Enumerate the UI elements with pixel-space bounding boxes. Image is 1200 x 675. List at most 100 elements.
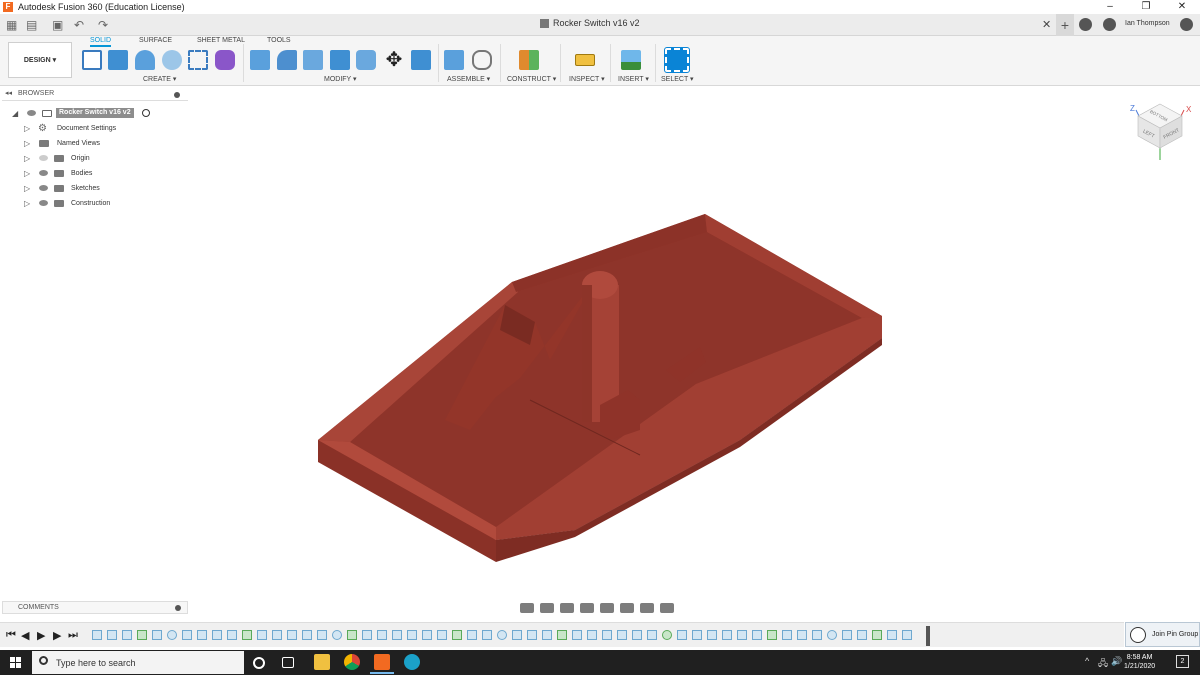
timeline-feature[interactable]: [107, 630, 117, 640]
volume-icon[interactable]: 🔊: [1111, 656, 1122, 667]
timeline-feature[interactable]: [212, 630, 222, 640]
timeline-feature[interactable]: [617, 630, 627, 640]
revolve-icon[interactable]: [135, 50, 155, 70]
select-menu[interactable]: SELECT ▾: [661, 75, 694, 83]
tray-overflow-icon[interactable]: ^: [1085, 656, 1089, 666]
timeline-feature[interactable]: [347, 630, 357, 640]
taskbar-clock[interactable]: 8:58 AM 1/21/2020: [1124, 653, 1155, 671]
timeline-feature[interactable]: [302, 630, 312, 640]
action-center-icon[interactable]: 2: [1176, 655, 1189, 668]
visibility-eye-icon[interactable]: [27, 110, 36, 116]
pan-hand-icon[interactable]: [560, 603, 574, 613]
expand-triangle-icon[interactable]: ◢: [12, 109, 18, 118]
new-tab-button[interactable]: +: [1056, 14, 1074, 36]
cura-icon[interactable]: [404, 654, 420, 670]
timeline-feature[interactable]: [482, 630, 492, 640]
timeline-feature[interactable]: [332, 630, 342, 640]
timeline-play-button[interactable]: ▶: [37, 629, 45, 642]
timeline-feature[interactable]: [182, 630, 192, 640]
timeline-feature[interactable]: [257, 630, 267, 640]
timeline-feature[interactable]: [857, 630, 867, 640]
press-pull-icon[interactable]: [250, 50, 270, 70]
modify-menu[interactable]: MODIFY ▾: [324, 75, 357, 83]
expand-triangle-icon[interactable]: ▷: [24, 184, 30, 193]
timeline-feature[interactable]: [392, 630, 402, 640]
chamfer-icon[interactable]: [303, 50, 323, 70]
document-tab[interactable]: Rocker Switch v16 v2: [540, 18, 640, 28]
visibility-eye-icon[interactable]: [39, 155, 48, 161]
timeline-feature[interactable]: [827, 630, 837, 640]
timeline-feature[interactable]: [137, 630, 147, 640]
insert-image-icon[interactable]: [621, 50, 641, 70]
timeline-feature[interactable]: [407, 630, 417, 640]
maximize-button[interactable]: ❐: [1128, 0, 1164, 14]
help-icon[interactable]: [1180, 18, 1193, 31]
cortana-icon[interactable]: [253, 657, 265, 669]
view-cube[interactable]: Z X BOTTOM LEFT FRONT: [1122, 100, 1192, 162]
timeline-feature[interactable]: [467, 630, 477, 640]
timeline-feature[interactable]: [197, 630, 207, 640]
minimize-button[interactable]: –: [1092, 0, 1128, 14]
timeline-feature[interactable]: [692, 630, 702, 640]
form-icon[interactable]: [215, 50, 235, 70]
timeline-feature[interactable]: [317, 630, 327, 640]
timeline-feature[interactable]: [362, 630, 372, 640]
save-icon[interactable]: ▣: [52, 18, 63, 32]
timeline-feature[interactable]: [887, 630, 897, 640]
timeline-feature[interactable]: [287, 630, 297, 640]
timeline-feature[interactable]: [782, 630, 792, 640]
timeline-feature[interactable]: [722, 630, 732, 640]
file-explorer-icon[interactable]: [314, 654, 330, 670]
timeline-feature[interactable]: [842, 630, 852, 640]
orbit-icon[interactable]: [520, 603, 534, 613]
timeline-feature[interactable]: [422, 630, 432, 640]
tab-sheet-metal[interactable]: SHEET METAL: [197, 37, 245, 44]
timeline-feature[interactable]: [707, 630, 717, 640]
expand-triangle-icon[interactable]: ▷: [24, 124, 30, 133]
timeline-feature[interactable]: [557, 630, 567, 640]
user-account-name[interactable]: Ian Thompson: [1125, 20, 1170, 27]
timeline-previous-button[interactable]: ◀: [21, 629, 29, 642]
display-settings-icon[interactable]: [620, 603, 634, 613]
taskbar-search[interactable]: Type here to search: [32, 651, 244, 674]
windows-start-icon[interactable]: [10, 657, 21, 668]
rocker-switch-model[interactable]: [300, 200, 900, 570]
timeline-feature[interactable]: [122, 630, 132, 640]
move-copy-icon[interactable]: ✥: [384, 50, 404, 70]
join-pin-group-button[interactable]: Join Pin Group: [1125, 622, 1200, 647]
measure-icon[interactable]: [575, 54, 595, 66]
timeline-feature[interactable]: [242, 630, 252, 640]
extensions-icon[interactable]: [1079, 18, 1092, 31]
tab-solid[interactable]: SOLID: [90, 37, 112, 47]
timeline-feature[interactable]: [752, 630, 762, 640]
tab-tools[interactable]: TOOLS: [267, 37, 291, 44]
offset-face-icon[interactable]: [356, 50, 376, 70]
file-menu-icon[interactable]: ▤: [26, 18, 37, 32]
timeline-feature[interactable]: [452, 630, 462, 640]
workspace-switcher[interactable]: DESIGN ▾: [8, 42, 72, 78]
timeline-feature[interactable]: [512, 630, 522, 640]
timeline-feature[interactable]: [572, 630, 582, 640]
hole-icon[interactable]: [162, 50, 182, 70]
expand-triangle-icon[interactable]: ▷: [24, 139, 30, 148]
timeline-feature[interactable]: [872, 630, 882, 640]
expand-triangle-icon[interactable]: ▷: [24, 199, 30, 208]
timeline-feature[interactable]: [902, 630, 912, 640]
timeline-feature[interactable]: [437, 630, 447, 640]
fit-window-icon[interactable]: [600, 603, 614, 613]
timeline-feature[interactable]: [737, 630, 747, 640]
joint-icon[interactable]: [472, 50, 492, 70]
data-panel-grid-icon[interactable]: ▦: [6, 18, 17, 32]
timeline-next-button[interactable]: ▶: [53, 629, 61, 642]
timeline-start-button[interactable]: ⏮: [6, 629, 16, 642]
viewports-icon[interactable]: [660, 603, 674, 613]
timeline-feature[interactable]: [647, 630, 657, 640]
timeline-feature[interactable]: [662, 630, 672, 640]
browser-options-icon[interactable]: [174, 92, 180, 98]
task-view-icon[interactable]: [282, 657, 294, 668]
browser-root-item[interactable]: ◢ Rocker Switch v16 v2: [0, 107, 190, 119]
visibility-eye-icon[interactable]: [39, 170, 48, 176]
timeline-end-button[interactable]: ⏭: [68, 629, 78, 642]
undo-icon[interactable]: ↶: [74, 18, 84, 32]
close-window-button[interactable]: ✕: [1164, 0, 1200, 14]
